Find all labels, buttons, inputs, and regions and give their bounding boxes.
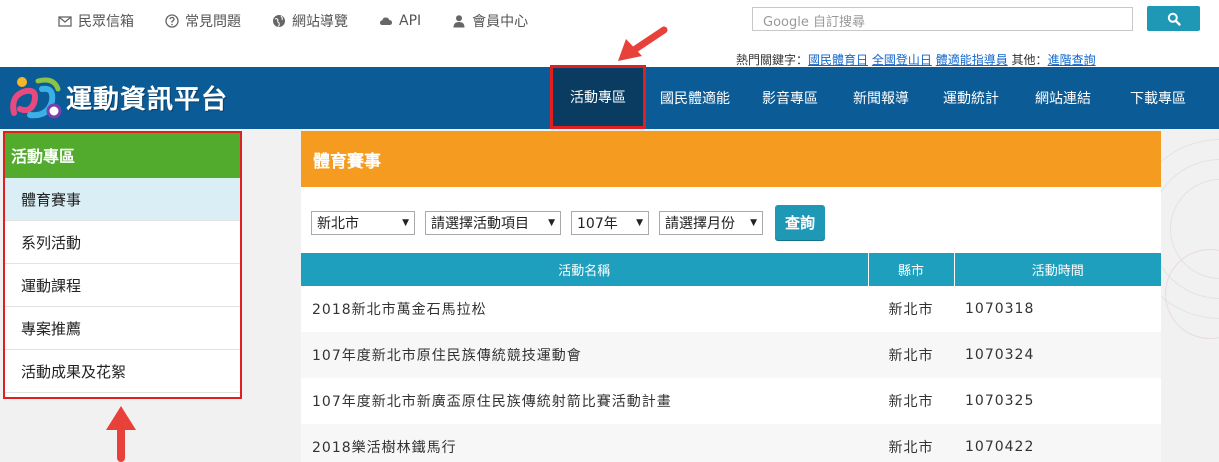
table-row[interactable]: 107年度新北市新廣盃原住民族傳統射箭比賽活動計畫 新北市 1070325	[301, 378, 1161, 424]
logo-text: 運動資訊平台	[66, 84, 229, 115]
sidebar-title: 活動專區	[3, 131, 242, 178]
nav-menu: 活動專區 國民體適能 影音專區 新聞報導 運動統計 網站連結 下載專區	[550, 65, 1206, 129]
sidebar: 活動專區 體育賽事 系列活動 運動課程 專案推薦 活動成果及花絮	[3, 131, 242, 399]
nav-item-news[interactable]: 新聞報導	[836, 67, 926, 129]
sidebar-item-recommended[interactable]: 專案推薦	[3, 307, 242, 350]
mail-icon	[58, 14, 72, 28]
table-row[interactable]: 107年度新北市原住民族傳統競技運動會 新北市 1070324	[301, 332, 1161, 378]
util-link-api[interactable]: API	[379, 11, 421, 31]
other-prefix: 其他：	[1011, 53, 1048, 67]
table-header-row: 活動名稱 縣市 活動時間	[301, 253, 1161, 286]
util-link-mailbox[interactable]: 民眾信箱	[58, 11, 134, 31]
nav-item-downloads[interactable]: 下載專區	[1110, 67, 1206, 129]
hot-keywords: 熱門關鍵字：國民體育日 全國登山日 體適能指導員 其他：進階查詢	[736, 51, 1096, 68]
event-name[interactable]: 2018樂活樹林鐵馬行	[301, 424, 868, 462]
util-link-label: 網站導覽	[292, 14, 348, 30]
column-header-city[interactable]: 縣市	[868, 253, 955, 286]
sidebar-item-sports-events[interactable]: 體育賽事	[3, 178, 242, 221]
month-select[interactable]: 請選擇月份 ▼	[659, 210, 763, 235]
month-select-value: 請選擇月份	[665, 215, 735, 232]
sidebar-item-series-activities[interactable]: 系列活動	[3, 221, 242, 264]
query-button[interactable]: 查詢	[775, 205, 825, 240]
caret-down-icon: ▼	[548, 217, 555, 228]
nav-item-statistics[interactable]: 運動統計	[926, 67, 1016, 129]
event-name[interactable]: 107年度新北市原住民族傳統競技運動會	[301, 332, 868, 378]
util-link-label: 民眾信箱	[78, 14, 134, 30]
column-header-date[interactable]: 活動時間	[954, 253, 1161, 286]
annotation-arrow-down-icon	[618, 26, 668, 61]
util-link-member[interactable]: 會員中心	[452, 11, 528, 31]
hot-keyword-link[interactable]: 全國登山日	[872, 53, 932, 67]
util-link-label: 常見問題	[185, 14, 241, 30]
column-header-name[interactable]: 活動名稱	[301, 253, 869, 286]
event-date: 1070325	[954, 378, 1161, 424]
event-city: 新北市	[868, 286, 954, 332]
activity-item-select-value: 請選擇活動項目	[431, 215, 529, 232]
util-link-label: API	[399, 13, 422, 29]
search-input[interactable]: Google 自訂搜尋	[752, 7, 1133, 31]
nav-item-video[interactable]: 影音專區	[744, 67, 836, 129]
event-city: 新北市	[868, 332, 954, 378]
question-icon	[165, 14, 179, 28]
logo-mark-icon	[10, 77, 62, 119]
annotation-arrow-up-icon	[106, 406, 136, 462]
caret-down-icon: ▼	[636, 217, 643, 228]
panel-title: 體育賽事	[301, 131, 1161, 187]
hot-keywords-prefix: 熱門關鍵字：	[736, 53, 809, 67]
city-select[interactable]: 新北市 ▼	[311, 210, 415, 235]
event-name[interactable]: 107年度新北市新廣盃原住民族傳統射箭比賽活動計畫	[301, 378, 868, 424]
sidebar-item-results[interactable]: 活動成果及花絮	[3, 350, 242, 393]
table-row[interactable]: 2018新北市萬金石馬拉松 新北市 1070318	[301, 286, 1161, 332]
search-button[interactable]	[1147, 6, 1200, 31]
event-city: 新北市	[868, 424, 954, 462]
events-table: 活動名稱 縣市 活動時間 2018新北市萬金石馬拉松 新北市 1070318 1…	[301, 253, 1161, 462]
cloud-icon	[379, 14, 393, 28]
utility-links: 民眾信箱 常見問題 網站導覽 API 會員中心	[58, 11, 559, 31]
year-select[interactable]: 107年 ▼	[571, 210, 649, 235]
event-city: 新北市	[868, 378, 954, 424]
year-select-value: 107年	[577, 215, 618, 232]
main-navbar: 運動資訊平台 活動專區 國民體適能 影音專區 新聞報導 運動統計 網站連結 下載…	[0, 65, 1219, 129]
search-icon	[1167, 12, 1181, 26]
hot-keyword-link[interactable]: 國民體育日	[808, 53, 868, 67]
user-icon	[452, 14, 466, 28]
util-link-label: 會員中心	[472, 14, 529, 30]
event-date: 1070324	[954, 332, 1161, 378]
site-logo[interactable]: 運動資訊平台	[8, 73, 228, 121]
globe-icon	[272, 14, 286, 28]
nav-item-fitness[interactable]: 國民體適能	[646, 67, 744, 129]
filter-bar: 新北市 ▼ 請選擇活動項目 ▼ 107年 ▼ 請選擇月份 ▼ 查詢	[311, 205, 825, 240]
caret-down-icon: ▼	[750, 217, 757, 228]
nav-item-activity-zone[interactable]: 活動專區	[550, 65, 646, 129]
top-utility-bar: 民眾信箱 常見問題 網站導覽 API 會員中心 Google 自訂搜尋 熱門關鍵…	[0, 0, 1219, 67]
table-row[interactable]: 2018樂活樹林鐵馬行 新北市 1070422	[301, 424, 1161, 462]
event-date: 1070422	[954, 424, 1161, 462]
hot-keyword-link[interactable]: 體適能指導員	[936, 53, 1008, 67]
caret-down-icon: ▼	[402, 217, 409, 228]
event-name[interactable]: 2018新北市萬金石馬拉松	[301, 286, 868, 332]
event-date: 1070318	[954, 286, 1161, 332]
sidebar-item-courses[interactable]: 運動課程	[3, 264, 242, 307]
activity-item-select[interactable]: 請選擇活動項目 ▼	[425, 210, 561, 235]
advanced-search-link[interactable]: 進階查詢	[1048, 53, 1096, 67]
city-select-value: 新北市	[317, 215, 359, 232]
nav-item-links[interactable]: 網站連結	[1016, 67, 1110, 129]
util-link-sitemap[interactable]: 網站導覽	[272, 11, 348, 31]
util-link-faq[interactable]: 常見問題	[165, 11, 241, 31]
main-panel: 體育賽事 新北市 ▼ 請選擇活動項目 ▼ 107年 ▼ 請選擇月份 ▼ 查詢 活動名稱 …	[301, 131, 1161, 462]
